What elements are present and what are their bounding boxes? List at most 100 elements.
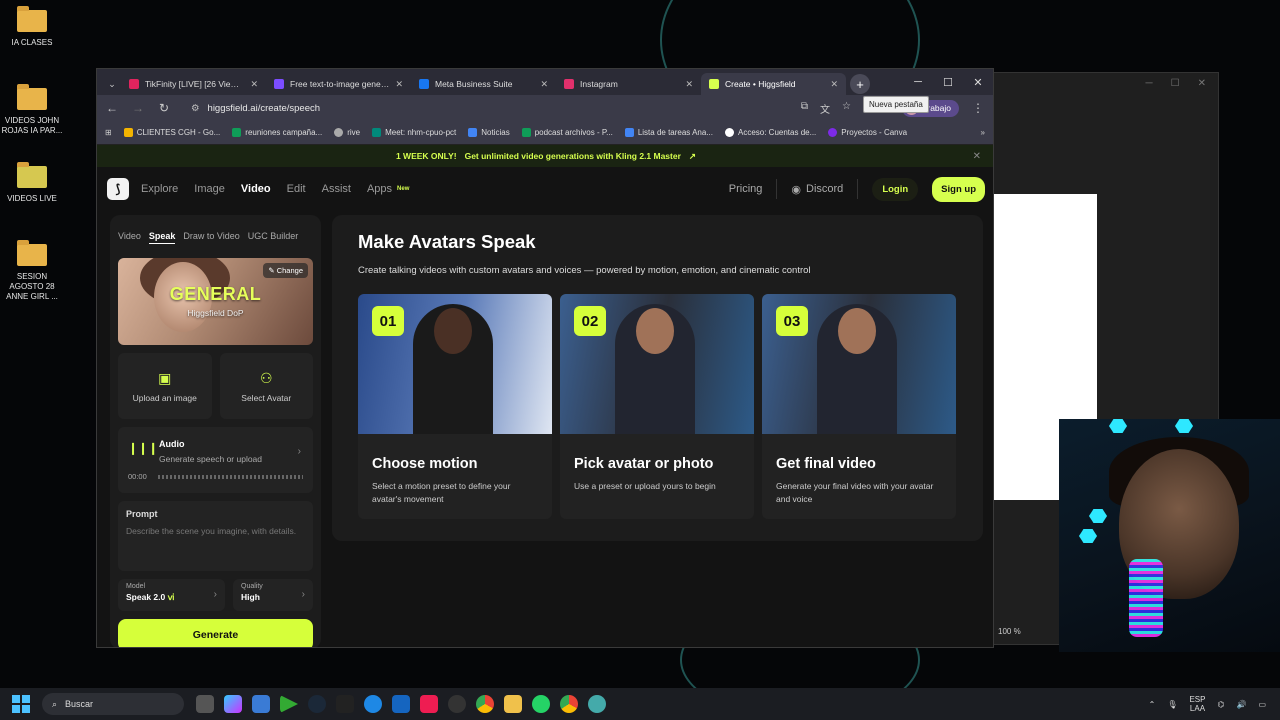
upload-image-button[interactable]: ▣ Upload an image — [118, 353, 212, 419]
volume-icon[interactable]: 🔊 — [1236, 700, 1246, 709]
browser-tab[interactable]: Free text-to-image generat ✕ — [266, 73, 411, 95]
desktop-icon[interactable]: SESION AGOSTO 28 ANNE GIRL ... — [0, 240, 64, 302]
login-button[interactable]: Login — [872, 177, 919, 201]
bookmark-item[interactable]: CLIENTES CGH - Go... — [123, 128, 220, 137]
step-card[interactable]: 02 Pick avatar or photo Use a preset or … — [560, 294, 754, 519]
tab-draw-to-video[interactable]: Draw to Video — [183, 231, 239, 244]
signup-button[interactable]: Sign up — [932, 176, 985, 202]
bookmark-item[interactable]: podcast archivos - P... — [521, 128, 613, 137]
close-tab-icon[interactable]: ✕ — [395, 79, 403, 90]
nav-apps[interactable]: Apps New — [367, 183, 409, 195]
new-tab-tooltip: Nueva pestaña — [863, 96, 929, 113]
tiktok-icon — [129, 79, 139, 89]
translate-icon[interactable]: 文 — [820, 101, 830, 116]
back-icon[interactable]: ← — [105, 101, 119, 115]
maximize-icon[interactable]: ☐ — [933, 69, 963, 95]
new-tab-button[interactable]: + — [850, 74, 870, 94]
prompt-field[interactable]: Prompt Describe the scene you imagine, w… — [118, 501, 313, 571]
generate-button[interactable]: Generate — [118, 619, 313, 647]
step-description: Use a preset or upload yours to begin — [574, 481, 716, 491]
battery-icon[interactable]: ▭ — [1258, 700, 1266, 709]
nav-edit[interactable]: Edit — [287, 183, 306, 195]
motion-preset-card[interactable]: GENERAL Higgsfield DoP ✎ Change — [118, 258, 313, 345]
globe-icon[interactable] — [588, 695, 606, 713]
more-bookmarks-icon[interactable]: » — [981, 128, 985, 137]
bookmark-item[interactable]: Noticias — [468, 128, 510, 137]
select-avatar-button[interactable]: ⚇ Select Avatar — [219, 353, 313, 419]
nav-video[interactable]: Video — [241, 183, 271, 195]
prompt-placeholder: Describe the scene you imagine, with det… — [126, 526, 297, 536]
model-selector[interactable]: Model Speak 2.0 ⅵ › — [118, 579, 225, 611]
nav-image[interactable]: Image — [194, 183, 225, 195]
whatsapp-icon[interactable] — [532, 695, 550, 713]
discord-link[interactable]: ◉ Discord — [791, 183, 843, 196]
bookmark-item[interactable]: Acceso: Cuentas de... — [725, 128, 816, 137]
apps-grid-icon[interactable]: ⊞ — [105, 128, 112, 137]
close-tab-icon[interactable]: ✕ — [830, 79, 838, 90]
divider — [776, 179, 778, 199]
reload-icon[interactable]: ↻ — [157, 101, 171, 115]
nav-explore[interactable]: Explore — [141, 183, 178, 195]
network-icon[interactable]: ⌬ — [1217, 700, 1224, 709]
microphone-icon[interactable]: 🎙 — [1167, 700, 1177, 709]
playstation-icon[interactable] — [392, 695, 410, 713]
promo-banner[interactable]: 1 WEEK ONLY! Get unlimited video generat… — [97, 145, 993, 167]
pricing-link[interactable]: Pricing — [729, 183, 763, 195]
menu-kebab-icon[interactable]: ⋮ — [971, 101, 985, 115]
chrome-profile-icon[interactable] — [560, 695, 578, 713]
tab-video[interactable]: Video — [118, 231, 141, 244]
chrome-icon[interactable] — [476, 695, 494, 713]
site-info-icon[interactable]: ⚙ — [191, 103, 200, 114]
taskbar-search[interactable]: ⌕ Buscar — [42, 693, 184, 715]
desktop-icon[interactable]: IA CLASES — [0, 6, 64, 48]
obs-icon[interactable] — [448, 695, 466, 713]
close-window-icon[interactable]: ✕ — [963, 69, 993, 95]
bookmark-item[interactable]: rive — [334, 128, 360, 137]
nav-assist[interactable]: Assist — [322, 183, 351, 195]
close-tab-icon[interactable]: ✕ — [540, 79, 548, 90]
desktop-icon[interactable]: VIDEOS LIVE — [0, 162, 64, 204]
tab-ugc-builder[interactable]: UGC Builder — [248, 231, 299, 244]
store-icon[interactable] — [252, 695, 270, 713]
change-preset-button[interactable]: ✎ Change — [263, 263, 308, 278]
copilot-icon[interactable] — [224, 695, 242, 713]
tiktok-icon[interactable] — [420, 695, 438, 713]
tab-search-icon[interactable]: ⌄ — [103, 73, 121, 95]
epic-games-icon[interactable] — [336, 695, 354, 713]
file-explorer-icon[interactable] — [504, 695, 522, 713]
bookmark-item[interactable]: Meet: nhm-cpuo-pct — [372, 128, 456, 137]
language-indicator[interactable]: ESP LAA — [1189, 695, 1205, 713]
system-tray: ⌃ 🎙 ESP LAA ⌬ 🔊 ▭ — [1149, 695, 1280, 713]
play-icon[interactable] — [280, 695, 298, 713]
step-card[interactable]: 01 Choose motion Select a motion preset … — [358, 294, 552, 519]
task-view-icon[interactable] — [196, 695, 214, 713]
step-title: Choose motion — [372, 456, 478, 472]
bookmark-item[interactable]: Lista de tareas Ana... — [624, 128, 713, 137]
bookmark-item[interactable]: reuniones campaña... — [232, 128, 322, 137]
desktop-icon[interactable]: VIDEOS JOHN ROJAS IA PAR... — [0, 84, 64, 136]
tab-speak[interactable]: Speak — [148, 231, 176, 244]
audio-selector[interactable]: ❙❙❙ Audio Generate speech or upload › 00… — [118, 427, 313, 493]
close-tab-icon[interactable]: ✕ — [685, 79, 693, 90]
bookmark-item[interactable]: Proyectos - Canva — [828, 128, 907, 137]
step-card[interactable]: 03 Get final video Generate your final v… — [762, 294, 956, 519]
close-icon[interactable]: ✕ — [973, 151, 981, 162]
browser-tab-active[interactable]: Create • Higgsfield ✕ — [701, 73, 846, 95]
browser-tab[interactable]: Instagram ✕ — [556, 73, 701, 95]
windows-start-icon[interactable] — [12, 695, 30, 713]
higgsfield-logo[interactable]: ⟆ — [107, 178, 129, 200]
chevron-up-icon[interactable]: ⌃ — [1149, 700, 1156, 709]
minimize-icon[interactable]: ─ — [903, 69, 933, 95]
app-icon[interactable] — [364, 695, 382, 713]
browser-window[interactable]: ⌄ TikFinity [LIVE] [26 Viewers] ✕ Free t… — [96, 68, 994, 648]
bookmark-star-icon[interactable]: ☆ — [842, 101, 851, 116]
install-icon[interactable]: ⧉ — [801, 101, 808, 116]
quality-selector[interactable]: Quality High › — [233, 579, 313, 611]
chevron-right-icon: › — [213, 589, 217, 600]
address-bar[interactable]: ⚙ higgsfield.ai/create/speech — [183, 98, 789, 118]
browser-tab[interactable]: TikFinity [LIVE] [26 Viewers] ✕ — [121, 73, 266, 95]
forward-icon[interactable]: → — [131, 101, 145, 115]
steam-icon[interactable] — [308, 695, 326, 713]
browser-tab[interactable]: Meta Business Suite ✕ — [411, 73, 556, 95]
close-tab-icon[interactable]: ✕ — [250, 79, 258, 90]
